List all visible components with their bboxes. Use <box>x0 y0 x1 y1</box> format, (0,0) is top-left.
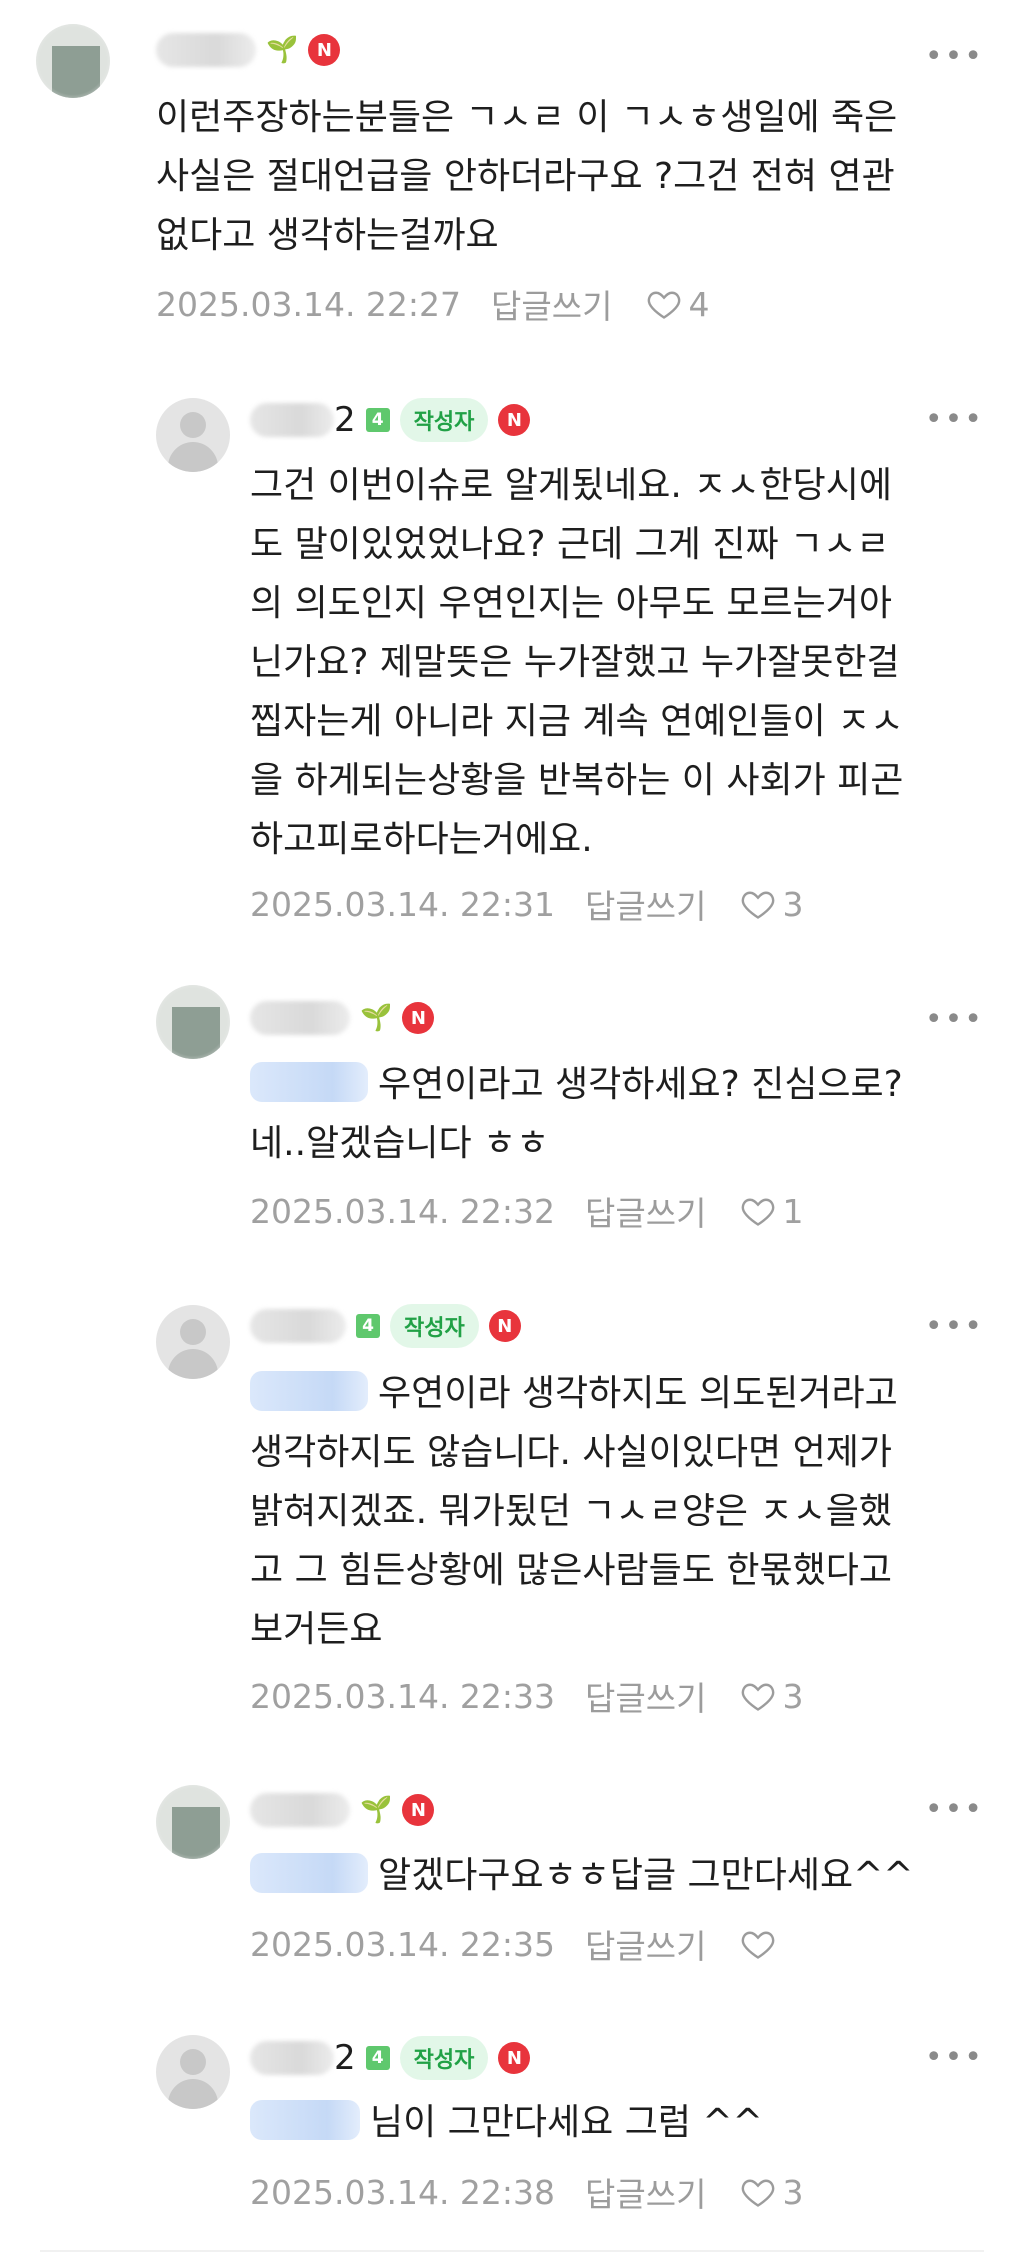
n-badge: N <box>498 2042 531 2074</box>
n-badge: N <box>308 34 341 66</box>
nickname-visible-char: 2 <box>334 2038 356 2078</box>
like-count: 1 <box>782 1191 804 1231</box>
reply-button[interactable]: 답글쓰기 <box>585 1920 706 1968</box>
nickname-row: 2 4 작성자 N <box>250 398 531 442</box>
comment-date: 2025.03.14. 22:27 <box>156 284 462 324</box>
heart-icon[interactable] <box>740 1193 776 1229</box>
comment-text: 알겠다구요ㅎㅎ답글 그만다세요^^ <box>250 1846 913 1905</box>
reply-button[interactable]: 답글쓰기 <box>585 880 706 928</box>
comment-meta: 2025.03.14. 22:38 답글쓰기 3 <box>250 2168 803 2216</box>
nickname-row: 🌱 N <box>250 998 435 1038</box>
comment-text: 이런주장하는분들은 ㄱㅅㄹ 이 ㄱㅅㅎ생일에 죽은 사실은 절대언급을 안하더라… <box>156 97 898 256</box>
author-badge: 작성자 <box>390 1304 479 1348</box>
comment-text-body: 우연이라 생각하지도 의도된거라고 생각하지도 않습니다. 사실이있다면 언제가… <box>250 1373 898 1650</box>
like-count: 3 <box>782 2172 804 2212</box>
more-dots-icon[interactable]: ••• <box>925 1005 984 1035</box>
heart-icon[interactable] <box>740 2174 776 2210</box>
nickname-visible-char: 2 <box>334 400 356 440</box>
mention-redacted[interactable] <box>250 1062 368 1102</box>
avatar[interactable] <box>156 1785 230 1859</box>
comment-text-body: 알겠다구요ㅎㅎ답글 그만다세요^^ <box>378 1855 914 1896</box>
comment-meta: 2025.03.14. 22:33 답글쓰기 3 <box>250 1672 803 1720</box>
more-dots-icon[interactable]: ••• <box>925 42 984 72</box>
level-badge: 4 <box>365 2046 390 2070</box>
nickname-redacted[interactable] <box>250 1793 350 1827</box>
mention-redacted[interactable] <box>250 2100 360 2140</box>
heart-icon[interactable] <box>646 286 682 322</box>
heart-icon[interactable] <box>740 1926 776 1962</box>
comment-text: 우연이라고 생각하세요? 진심으로? 네..알겠습니다 ㅎㅎ <box>250 1055 903 1173</box>
n-badge: N <box>402 1794 435 1826</box>
comment-meta: 2025.03.14. 22:32 답글쓰기 1 <box>250 1187 803 1235</box>
nickname-redacted[interactable] <box>250 1001 350 1035</box>
comment-text: 그건 이번이슈로 알게됬네요. ㅈㅅ한당시에 도 말이있었었나요? 근데 그게 … <box>250 465 904 860</box>
level-badge: 4 <box>356 1314 380 1338</box>
like-count: 3 <box>782 1676 804 1716</box>
avatar[interactable] <box>156 1305 230 1379</box>
like-count: 3 <box>782 884 804 924</box>
comment-date: 2025.03.14. 22:32 <box>250 1191 556 1231</box>
bottom-divider <box>40 2250 984 2252</box>
nickname-redacted[interactable] <box>156 33 256 67</box>
mention-redacted[interactable] <box>250 1371 368 1411</box>
heart-icon[interactable] <box>740 1678 776 1714</box>
nickname-row: 🌱 N <box>156 30 341 70</box>
comment-text-body: 님이 그만다세요 그럼 ^^ <box>370 2102 763 2143</box>
author-badge: 작성자 <box>399 2036 489 2080</box>
nickname-row: 4 작성자 N <box>250 1304 521 1348</box>
more-dots-icon[interactable]: ••• <box>925 1795 984 1825</box>
comment-meta: 2025.03.14. 22:27 답글쓰기 4 <box>156 280 709 328</box>
reply-button[interactable]: 답글쓰기 <box>585 2168 706 2216</box>
avatar[interactable] <box>36 24 110 98</box>
more-dots-icon[interactable]: ••• <box>925 405 984 435</box>
reply-button[interactable]: 답글쓰기 <box>585 1187 706 1235</box>
sprout-icon: 🌱 <box>266 35 299 65</box>
comment-date: 2025.03.14. 22:33 <box>250 1676 556 1716</box>
comment-date: 2025.03.14. 22:38 <box>250 2172 556 2212</box>
more-dots-icon[interactable]: ••• <box>925 1312 984 1342</box>
avatar[interactable] <box>156 398 230 472</box>
nickname-redacted[interactable] <box>250 1309 346 1343</box>
n-badge: N <box>402 1002 435 1034</box>
n-badge: N <box>488 1310 521 1342</box>
avatar[interactable] <box>156 2035 230 2109</box>
comment-meta: 2025.03.14. 22:35 답글쓰기 <box>250 1920 782 1968</box>
level-badge: 4 <box>365 408 390 432</box>
nickname-redacted[interactable] <box>250 2041 334 2075</box>
sprout-icon: 🌱 <box>360 1795 393 1825</box>
author-badge: 작성자 <box>399 398 489 442</box>
n-badge: N <box>498 404 531 436</box>
avatar[interactable] <box>156 985 230 1059</box>
sprout-icon: 🌱 <box>360 1003 393 1033</box>
nickname-row: 2 4 작성자 N <box>250 2036 531 2080</box>
nickname-redacted[interactable] <box>250 403 334 437</box>
comment-text: 님이 그만다세요 그럼 ^^ <box>250 2093 763 2152</box>
reply-button[interactable]: 답글쓰기 <box>491 280 612 328</box>
heart-icon[interactable] <box>740 886 776 922</box>
comment-date: 2025.03.14. 22:35 <box>250 1924 556 1964</box>
reply-button[interactable]: 답글쓰기 <box>585 1672 706 1720</box>
comment-text: 우연이라 생각하지도 의도된거라고 생각하지도 않습니다. 사실이있다면 언제가… <box>250 1364 898 1659</box>
comment-date: 2025.03.14. 22:31 <box>250 884 556 924</box>
mention-redacted[interactable] <box>250 1853 368 1893</box>
more-dots-icon[interactable]: ••• <box>925 2043 984 2073</box>
nickname-row: 🌱 N <box>250 1790 435 1830</box>
like-count: 4 <box>688 284 710 324</box>
comment-meta: 2025.03.14. 22:31 답글쓰기 3 <box>250 880 803 928</box>
